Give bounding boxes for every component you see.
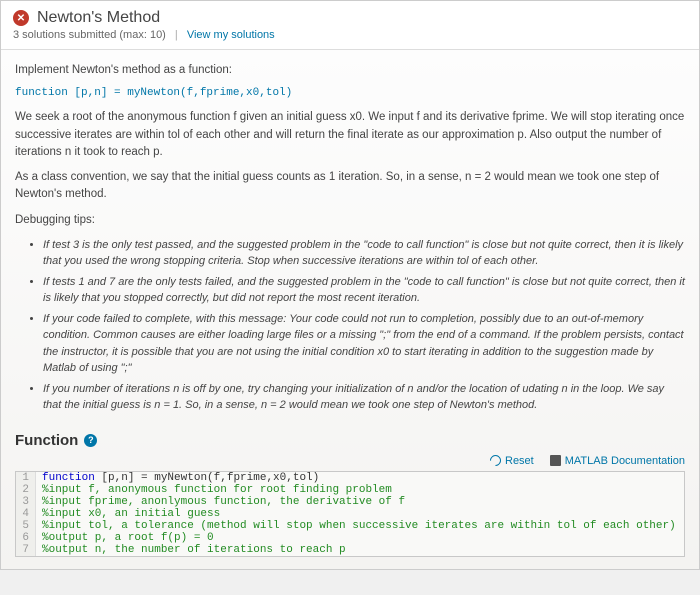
submission-count: 3 solutions submitted (max: 10): [13, 29, 166, 41]
line-number: 6: [16, 532, 36, 544]
list-item: If test 3 is the only test passed, and t…: [43, 237, 685, 270]
reset-button[interactable]: Reset: [490, 455, 534, 467]
reset-icon: [488, 453, 504, 469]
paragraph-1: We seek a root of the anonymous function…: [15, 109, 685, 161]
documentation-label: MATLAB Documentation: [565, 455, 685, 467]
code-cell[interactable]: function [p,n] = myNewton(f,fprime,x0,to…: [36, 472, 319, 484]
problem-title: Newton's Method: [37, 9, 160, 27]
line-number: 1: [16, 472, 36, 484]
code-cell[interactable]: %input fprime, anonlymous function, the …: [36, 496, 405, 508]
debug-label: Debugging tips:: [15, 212, 685, 229]
subtitle: 3 solutions submitted (max: 10) | View m…: [13, 29, 687, 41]
list-item: If you number of iterations n is off by …: [43, 381, 685, 414]
book-icon: [550, 455, 561, 466]
line-number: 4: [16, 508, 36, 520]
editor-line[interactable]: 5%input tol, a tolerance (method will st…: [16, 520, 684, 532]
list-item: If tests 1 and 7 are the only tests fail…: [43, 274, 685, 307]
debug-tips-list: If test 3 is the only test passed, and t…: [43, 237, 685, 414]
editor-line[interactable]: 7%output n, the number of iterations to …: [16, 544, 684, 556]
paragraph-2: As a class convention, we say that the i…: [15, 169, 685, 204]
line-number: 2: [16, 484, 36, 496]
help-icon[interactable]: ?: [84, 434, 97, 447]
editor-line[interactable]: 6%output p, a root f(p) = 0: [16, 532, 684, 544]
content: Implement Newton's method as a function:…: [1, 50, 699, 569]
code-cell[interactable]: %input f, anonymous function for root fi…: [36, 484, 392, 496]
problem-panel: ✕ Newton's Method 3 solutions submitted …: [0, 0, 700, 570]
function-section-title: Function ?: [15, 432, 685, 449]
editor-line[interactable]: 1function [p,n] = myNewton(f,fprime,x0,t…: [16, 472, 684, 484]
view-solutions-link[interactable]: View my solutions: [187, 29, 275, 41]
section-title-text: Function: [15, 432, 78, 449]
editor-line[interactable]: 3%input fprime, anonlymous function, the…: [16, 496, 684, 508]
header: ✕ Newton's Method 3 solutions submitted …: [1, 1, 699, 50]
editor-line[interactable]: 4%input x0, an initial guess: [16, 508, 684, 520]
code-cell[interactable]: %input x0, an initial guess: [36, 508, 220, 520]
reset-label: Reset: [505, 455, 534, 467]
divider: |: [175, 29, 178, 41]
editor-line[interactable]: 2%input f, anonymous function for root f…: [16, 484, 684, 496]
line-number: 3: [16, 496, 36, 508]
function-signature: function [p,n] = myNewton(f,fprime,x0,to…: [15, 87, 685, 99]
list-item: If your code failed to complete, with th…: [43, 311, 685, 377]
code-cell[interactable]: %output n, the number of iterations to r…: [36, 544, 346, 556]
code-cell[interactable]: %input tol, a tolerance (method will sto…: [36, 520, 676, 532]
intro-text: Implement Newton's method as a function:: [15, 62, 685, 79]
documentation-link[interactable]: MATLAB Documentation: [550, 455, 685, 467]
line-number: 5: [16, 520, 36, 532]
code-cell[interactable]: %output p, a root f(p) = 0: [36, 532, 214, 544]
close-icon[interactable]: ✕: [13, 10, 29, 26]
line-number: 7: [16, 544, 36, 556]
editor-toolbar: Reset MATLAB Documentation: [15, 455, 685, 467]
code-editor[interactable]: 1function [p,n] = myNewton(f,fprime,x0,t…: [15, 471, 685, 557]
